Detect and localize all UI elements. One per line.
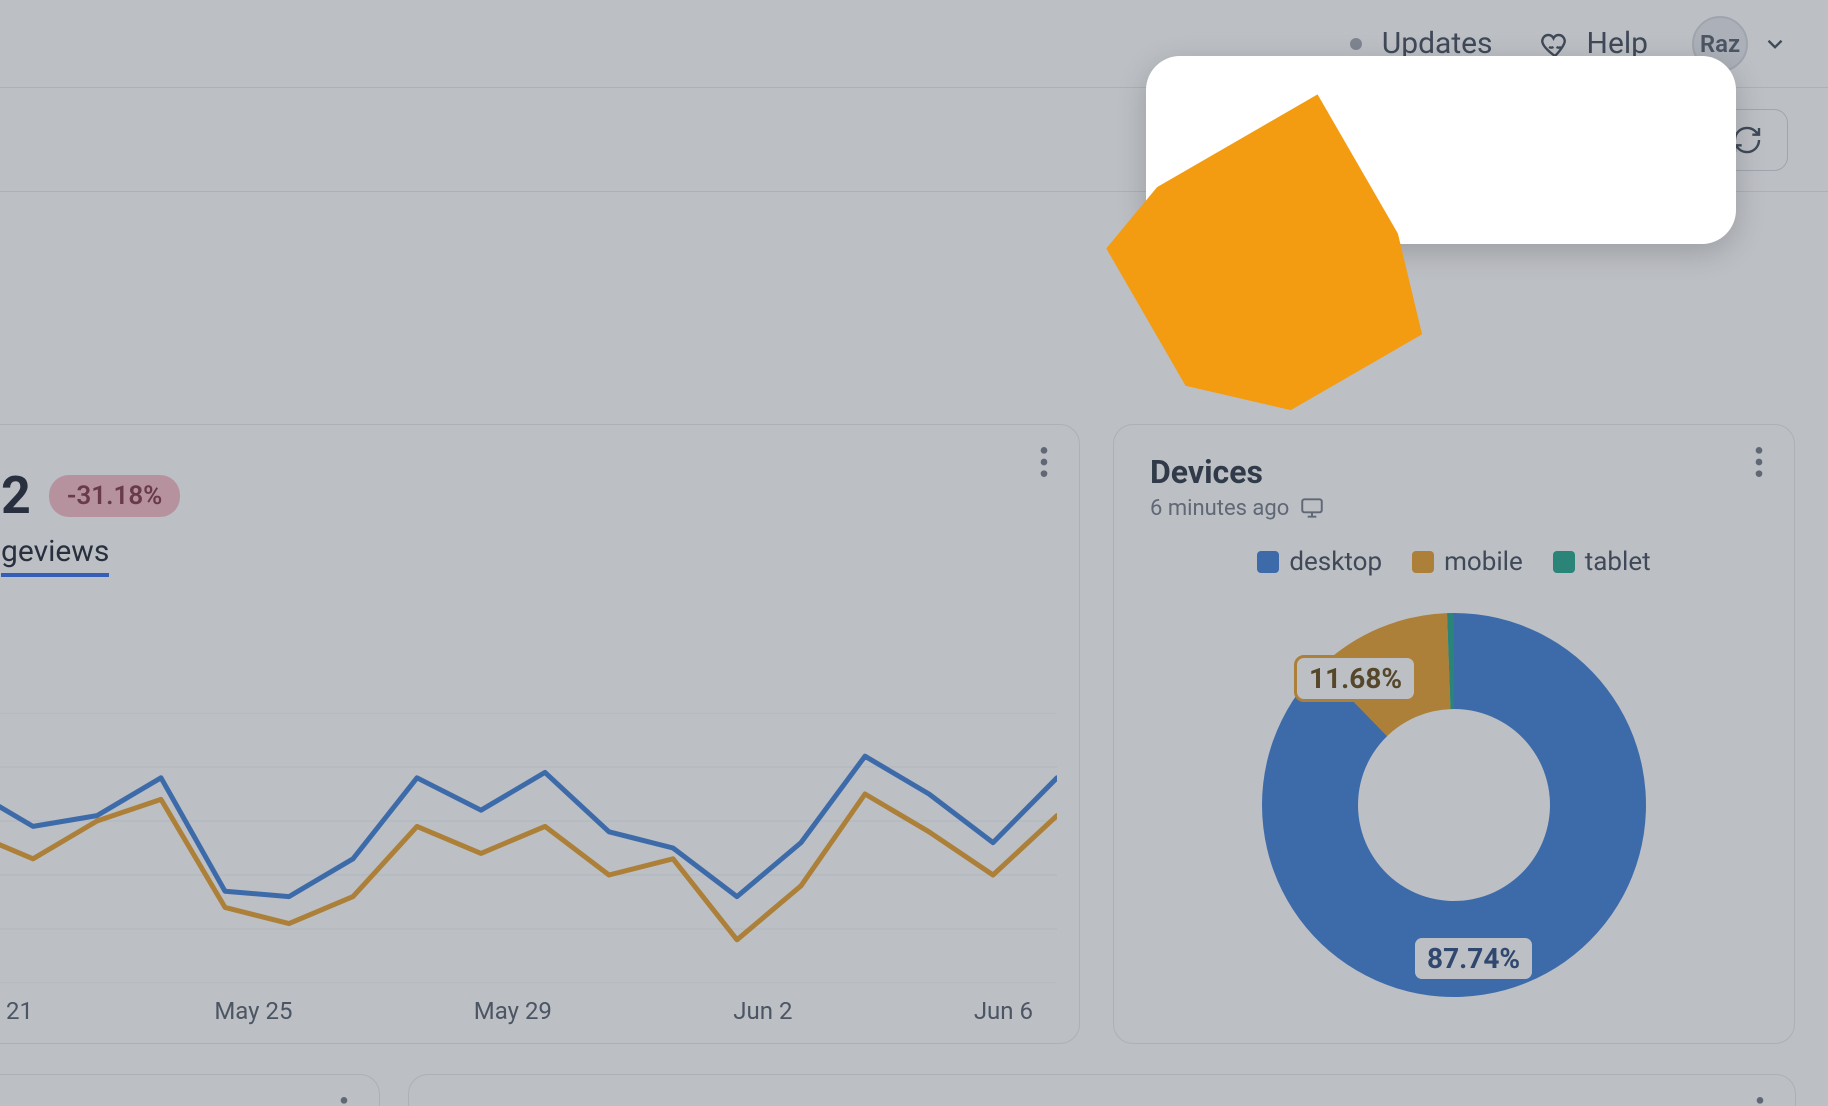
layout-grid-icon[interactable] bbox=[1430, 118, 1474, 162]
download-icon[interactable] bbox=[1350, 118, 1394, 162]
chevron-down-icon bbox=[1762, 31, 1788, 57]
pageviews-card: 2 -31.18% geviews 13May 17May 21May 25Ma… bbox=[0, 424, 1080, 1044]
devices-card: Devices 6 minutes ago desktop mobile tab… bbox=[1113, 424, 1795, 1044]
help-label: Help bbox=[1587, 26, 1648, 61]
legend-tablet: tablet bbox=[1585, 547, 1651, 577]
legend-desktop: desktop bbox=[1289, 547, 1382, 577]
updates-link[interactable]: Updates bbox=[1350, 26, 1493, 61]
refresh-icon bbox=[1731, 124, 1763, 156]
user-menu[interactable]: Raz bbox=[1692, 16, 1788, 72]
devices-legend: desktop mobile tablet bbox=[1114, 547, 1794, 577]
dashboard-actions: Refresh charts bbox=[0, 88, 1828, 192]
updates-label: Updates bbox=[1382, 26, 1493, 61]
pageviews-delta-badge: -31.18% bbox=[49, 475, 181, 517]
devices-title: Devices bbox=[1114, 425, 1794, 493]
pageviews-metric-label: geviews bbox=[1, 534, 109, 577]
card-menu-icon[interactable] bbox=[1755, 1097, 1765, 1106]
refresh-charts-button[interactable]: Refresh charts bbox=[1510, 109, 1788, 171]
help-link[interactable]: Help bbox=[1537, 26, 1648, 62]
heart-hands-icon bbox=[1537, 26, 1573, 62]
updates-dot-icon bbox=[1350, 38, 1362, 50]
pageviews-x-axis: 13May 17May 21May 25May 29Jun 2Jun 6 bbox=[0, 997, 1063, 1025]
donut-label-mobile: 11.68% bbox=[1294, 655, 1417, 702]
add-chart-icon[interactable] bbox=[1270, 118, 1314, 162]
monitor-icon bbox=[1299, 495, 1325, 521]
pageviews-value: 2 bbox=[1, 465, 31, 526]
avatar: Raz bbox=[1692, 16, 1748, 72]
card-menu-icon[interactable] bbox=[1039, 447, 1049, 477]
browsers-countries-card: Browsers & Countries 6 minutes ago Count… bbox=[408, 1074, 1796, 1106]
pageviews-metric[interactable]: geviews bbox=[0, 530, 1079, 573]
legend-mobile: mobile bbox=[1444, 547, 1523, 577]
donut-label-desktop: 87.74% bbox=[1412, 935, 1535, 982]
secondary-card bbox=[0, 1074, 380, 1106]
card-menu-icon[interactable] bbox=[1754, 447, 1764, 477]
devices-updated: 6 minutes ago bbox=[1150, 496, 1289, 521]
refresh-label: Refresh charts bbox=[1535, 124, 1717, 156]
bc-title: Browsers & Countries bbox=[409, 1075, 1795, 1106]
card-menu-icon[interactable] bbox=[339, 1097, 349, 1106]
pageviews-line-chart bbox=[0, 713, 1057, 983]
topbar: Updates Help Raz bbox=[0, 0, 1828, 88]
